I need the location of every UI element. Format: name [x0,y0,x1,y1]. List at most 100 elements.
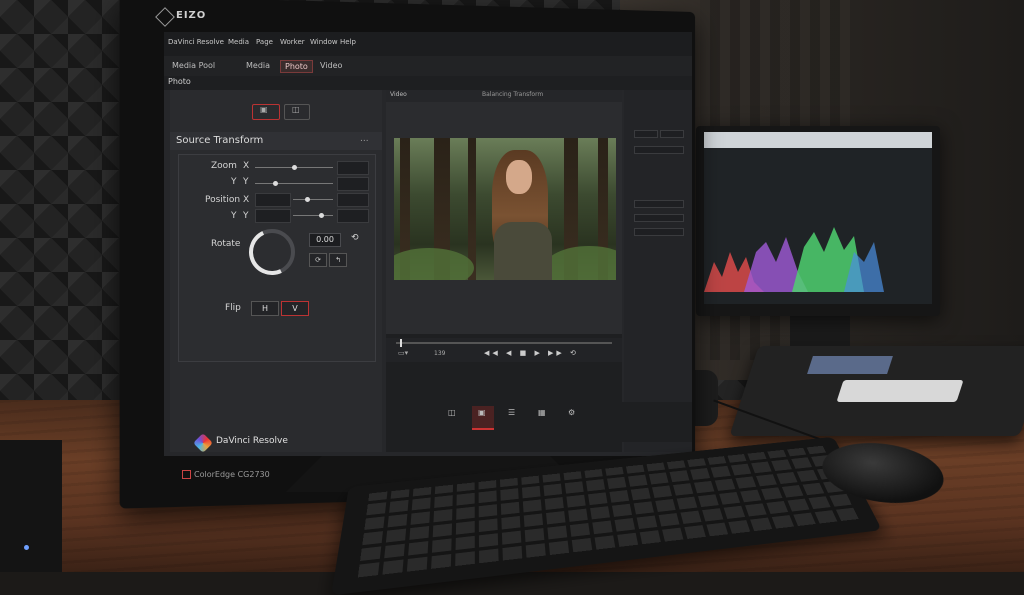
camera-icon: ◫ [448,408,456,417]
source-transform-header[interactable]: Source Transform ... [170,132,382,150]
viewer-title: Balancing Transform [482,91,543,98]
section-title: Source Transform [176,135,263,146]
zoom-label: Zoom [211,161,237,171]
video-icon: ◫ [292,105,300,114]
menu-window[interactable]: Window [310,38,338,46]
playback-controls[interactable]: ◀◀ ◀ ■ ▶ ▶▶ ⟲ [484,349,579,357]
more-options-icon[interactable]: ... [360,134,369,144]
menu-media[interactable]: Media [228,38,249,46]
menu-worker[interactable]: Worker [280,38,305,46]
rotate-icon: ⟳ [315,256,321,264]
rotate-ccw-button[interactable]: ⟳ [309,253,327,267]
photo-mode-button[interactable]: ▣ [252,104,280,120]
viewer-header: Video Balancing Transform [386,90,622,102]
monitor-model: ColorEdge CG2730 [194,470,270,479]
menu-app[interactable]: DaVinci Resolve [168,38,224,46]
page-bar: ◫ ▣ ☰ ▦ ⚙ [386,402,692,442]
woman-body [494,222,552,280]
woman-face [506,160,532,194]
flip-horizontal-button[interactable]: H [251,301,279,316]
scrub-bar[interactable] [396,342,612,344]
panel-label: Photo [168,77,191,86]
reset-icon[interactable]: ⟲ [351,233,359,243]
tab-row: Media Pool Media Photo Video [164,56,692,76]
setting-field[interactable] [634,214,684,222]
flip-label: Flip [225,303,241,313]
image-icon: ▣ [260,105,268,114]
settings-icon: ⚙ [568,408,575,417]
video-mode-button[interactable]: ◫ [284,104,310,120]
page-button-settings[interactable]: ⚙ [562,406,584,428]
transform-controls: Zoom X Y Y Position X Y Y Rotate 0.00 ⟲ … [178,154,376,362]
rotate-dial-arc [243,223,302,282]
setting-field[interactable] [634,200,684,208]
speaker [0,440,62,572]
position-y-value[interactable] [337,209,369,223]
page-button-photo[interactable]: ▣ [472,406,494,430]
sub-toolbar: Photo [164,76,692,90]
transport-bar: ▭▾ 139 ◀◀ ◀ ■ ▶ ▶▶ ⟲ [386,338,622,362]
layers-icon: ☰ [508,408,515,417]
control-surface-display [807,356,893,374]
zoom-y-slider[interactable] [255,183,333,184]
foliage [544,246,616,280]
resolve-screen: DaVinci Resolve Media Page Worker Window… [164,32,692,456]
grid-icon: ▦ [538,408,546,417]
position-x-handle[interactable] [305,197,310,202]
setting-field[interactable] [660,130,684,138]
zoom-y-axis-label: Y [231,177,237,187]
position-x-field[interactable] [255,193,291,207]
zoom-y-handle[interactable] [273,181,278,186]
preview-image [394,138,616,280]
tab-media-pool[interactable]: Media Pool [168,60,219,71]
viewer-canvas[interactable] [386,102,622,334]
monitor-brand: EIZO [176,10,206,21]
rotate-label: Rotate [211,239,240,249]
rotate-value[interactable]: 0.00 [309,233,341,247]
zoom-x-field[interactable] [337,161,369,175]
setting-field[interactable] [634,146,684,154]
second-monitor-toolbar [704,132,932,148]
rotate-90-button[interactable]: ↰ [329,253,347,267]
speaker-led [24,545,29,550]
tab-video[interactable]: Video [316,60,346,71]
zoom-y-field[interactable] [337,177,369,191]
tab-media[interactable]: Media [242,60,274,71]
right-panel [624,90,692,452]
audio-waveform [704,192,932,304]
second-monitor-screen [704,132,932,304]
zoom-x-handle[interactable] [292,165,297,170]
monitor-icon[interactable]: ▭▾ [398,349,408,357]
position-label: Position [205,195,240,205]
position-y-label: Y [243,211,249,221]
timecode: 139 [434,350,445,357]
zoom-y-label: Y [243,177,249,187]
position-x-label: X [243,195,249,205]
position-y-slider[interactable] [293,215,333,216]
photo-icon: ▣ [478,408,486,417]
position-y-axis-label: Y [231,211,237,221]
foliage [394,248,474,280]
setting-field[interactable] [634,228,684,236]
playhead[interactable] [400,339,402,347]
page-button-grid[interactable]: ▦ [532,406,554,428]
menu-bar: DaVinci Resolve Media Page Worker Window… [164,32,692,56]
position-y-field[interactable] [255,209,291,223]
tab-photo[interactable]: Photo [280,60,313,73]
viewer-label: Video [390,91,407,98]
viewer-pane: Video Balancing Transform ▭▾ 139 ◀◀ ◀ ■ … [386,90,622,452]
rotate-step-icon: ↰ [335,256,341,264]
menu-help[interactable]: Help [340,38,356,46]
position-x-slider[interactable] [293,199,333,200]
page-button-layers[interactable]: ☰ [502,406,524,428]
control-surface-keys [836,380,963,402]
position-x-value[interactable] [337,193,369,207]
inspector-pane: ▣ ◫ Source Transform ... Zoom X Y Y Posi… [170,90,382,452]
page-button-camera[interactable]: ◫ [442,406,464,428]
flip-vertical-button[interactable]: V [281,301,309,316]
setting-field[interactable] [634,130,658,138]
power-indicator-icon [182,470,191,479]
zoom-x-label: X [243,161,249,171]
position-y-handle[interactable] [319,213,324,218]
menu-page[interactable]: Page [256,38,273,46]
